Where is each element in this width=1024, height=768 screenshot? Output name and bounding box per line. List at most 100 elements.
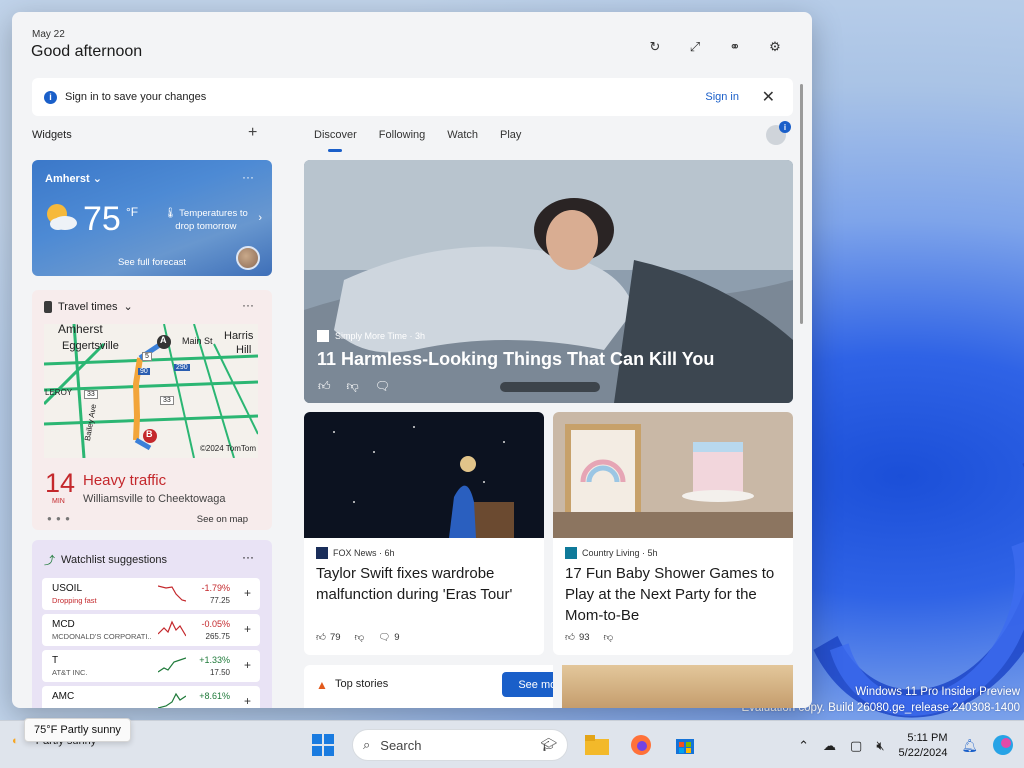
traffic-widget[interactable]: Travel times ⌄ ··· Amherst Eggertsville … [32, 290, 272, 530]
thumbs-down-icon[interactable]: 👎︎ [347, 379, 359, 394]
traffic-header[interactable]: Travel times ⌄ [44, 300, 133, 313]
volume-muted-icon[interactable]: 🔇︎ [876, 738, 884, 754]
taskbar: ◐ Partly sunny ⌕ Search 🎓︎ ⌃ ☁︎ ▢ 🔇︎ 5:1… [0, 720, 1024, 768]
article-source: Country Living · 5h [565, 547, 658, 559]
carousel-pager[interactable] [500, 382, 600, 392]
expand-icon[interactable]: ⤢ [686, 38, 704, 56]
stock-sparkline [158, 692, 186, 708]
monitor-icon[interactable]: ▢ [850, 738, 862, 754]
partly-sunny-icon [47, 204, 77, 230]
store-icon[interactable] [670, 730, 700, 760]
weather-widget[interactable]: Amherst ⌄ ··· 75 °F 🌡 Temperatures to dro… [32, 160, 272, 276]
pin-icon[interactable]: ⚭ [726, 38, 744, 56]
tab-discover[interactable]: Discover [314, 129, 357, 152]
stock-sparkline [158, 620, 186, 637]
feed-tabs: Discover Following Watch Play [314, 129, 521, 152]
copilot-icon[interactable] [992, 734, 1014, 759]
cloud-offline-icon[interactable]: ☁︎ [823, 738, 836, 754]
stock-symbol: USOIL [52, 583, 83, 594]
see-on-map-link[interactable]: See on map [197, 514, 248, 525]
chart-trend-icon: ⤴ [44, 555, 55, 567]
like-count: 79 [329, 631, 341, 643]
signin-link[interactable]: Sign in [705, 91, 739, 103]
add-stock-icon[interactable]: + [244, 658, 251, 672]
file-explorer-icon[interactable] [582, 730, 612, 760]
map-shield: 33 [84, 390, 98, 399]
map-shield: 33 [160, 396, 174, 405]
comment-icon[interactable]: 🗨︎ [375, 379, 390, 394]
hero-source: Simply More Time · 3h [317, 330, 425, 342]
chevron-right-icon[interactable]: › [258, 212, 262, 224]
weather-location[interactable]: Amherst ⌄ [45, 172, 102, 185]
travel-minutes: 14 [45, 468, 76, 498]
tab-following[interactable]: Following [379, 129, 425, 141]
thumbs-up-icon[interactable]: 👍︎ [318, 379, 331, 394]
map-label: ©2024 TomTom [200, 444, 256, 453]
add-stock-icon[interactable]: + [244, 694, 251, 708]
article-image [304, 412, 544, 538]
close-icon[interactable]: ✕ [762, 87, 775, 107]
article-reactions: 👍︎ 93 👎︎ [565, 631, 614, 644]
map-marker-label: A [160, 335, 167, 345]
weather-temperature: 75 [83, 200, 121, 238]
search-icon: ⌕ [363, 737, 371, 752]
article-thumbnail[interactable] [553, 665, 793, 708]
page-dots[interactable]: ● ● ● [47, 514, 71, 523]
stock-change: -1.79% [201, 583, 230, 593]
signin-banner: i Sign in to save your changes Sign in ✕ [32, 78, 793, 116]
more-options-icon[interactable]: ··· [242, 170, 254, 184]
stock-row[interactable]: AMC +8.61% + [42, 686, 260, 708]
clock[interactable]: 5:11 PM 5/22/2024 [899, 731, 948, 761]
tab-play[interactable]: Play [500, 129, 521, 141]
article-card[interactable]: FOX News · 6h Taylor Swift fixes wardrob… [304, 412, 544, 655]
taskbar-search[interactable]: ⌕ Search 🎓︎ [352, 729, 568, 761]
article-reactions: 👍︎ 79 👎︎ 🗨︎ 9 [316, 631, 400, 644]
refresh-icon[interactable]: ↻ [646, 38, 664, 56]
stock-sparkline [158, 585, 186, 602]
watchlist-header: ⤴ Watchlist suggestions [44, 554, 167, 567]
stock-name: AT&T INC. [52, 668, 88, 677]
firefox-icon[interactable] [626, 730, 656, 760]
radar-thumbnail[interactable] [236, 246, 260, 270]
tab-watch[interactable]: Watch [447, 129, 478, 141]
clock-time: 5:11 PM [907, 732, 948, 744]
traffic-route: Williamsville to Cheektowaga [83, 493, 226, 505]
add-widget-icon[interactable]: + [248, 124, 257, 142]
traffic-map[interactable]: Amherst Eggertsville Main St Harris Hill… [44, 324, 258, 458]
info-icon: i [44, 90, 57, 104]
watchlist-widget[interactable]: ⤴ Watchlist suggestions ··· USOIL Droppi… [32, 540, 272, 708]
add-stock-icon[interactable]: + [244, 622, 251, 636]
notification-bell-icon[interactable]: 🔔︎ [961, 738, 978, 754]
traffic-light-icon [44, 300, 52, 313]
start-button[interactable] [308, 730, 338, 760]
comment-count: 9 [394, 631, 400, 643]
map-marker-label: B [146, 429, 153, 439]
settings-icon[interactable]: ⚙ [766, 38, 784, 56]
stock-row[interactable]: USOIL Dropping fast -1.79% 77.25 + [42, 578, 260, 610]
article-title[interactable]: 17 Fun Baby Shower Games to Play at the … [565, 563, 785, 626]
hero-reactions: 👍︎ 👎︎ 🗨︎ [318, 379, 390, 394]
stock-row[interactable]: MCD MCDONALD'S CORPORATI... -0.05% 265.7… [42, 614, 260, 646]
hero-title[interactable]: 11 Harmless-Looking Things That Can Kill… [317, 349, 714, 370]
more-options-icon[interactable]: ··· [242, 550, 254, 564]
more-options-icon[interactable]: ··· [242, 298, 254, 312]
thumbs-down-icon[interactable]: 👎︎ [604, 631, 614, 643]
stock-sparkline [158, 657, 186, 673]
thumbs-up-icon[interactable]: 👍︎ [565, 631, 575, 643]
stock-row[interactable]: T AT&T INC. +1.33% 17.50 + [42, 650, 260, 682]
thumbs-up-icon[interactable]: 👍︎ [316, 631, 326, 643]
thumbs-down-icon[interactable]: 👎︎ [355, 631, 365, 643]
comment-icon[interactable]: 🗨︎ [378, 632, 390, 643]
chevron-up-icon[interactable]: ⌃ [798, 738, 809, 754]
map-label: LEROY [45, 388, 73, 397]
article-card[interactable]: Country Living · 5h 17 Fun Baby Shower G… [553, 412, 793, 655]
scrollbar[interactable] [800, 84, 803, 324]
stock-name: Dropping fast [52, 596, 97, 605]
article-title[interactable]: Taylor Swift fixes wardrobe malfunction … [316, 563, 536, 605]
header-date: May 22 [32, 29, 65, 40]
add-stock-icon[interactable]: + [244, 586, 251, 600]
map-label: Hill [236, 344, 252, 356]
map-shield: 5 [142, 352, 152, 361]
hero-article[interactable]: Simply More Time · 3h 11 Harmless-Lookin… [304, 160, 793, 403]
stock-name: MCDONALD'S CORPORATI... [52, 632, 152, 641]
